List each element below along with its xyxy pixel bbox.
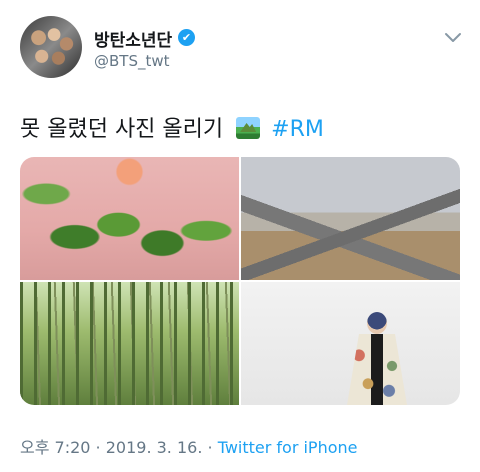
separator: ·: [202, 438, 218, 457]
photo-bamboo[interactable]: [20, 282, 239, 405]
tweet-date[interactable]: 2019. 3. 16.: [106, 438, 203, 457]
hashtag-link[interactable]: #RM: [271, 117, 324, 142]
national-park-emoji-icon: [236, 117, 261, 139]
photo-person[interactable]: [241, 282, 460, 405]
chevron-down-icon[interactable]: [444, 32, 462, 44]
media-grid: [20, 157, 460, 405]
handle[interactable]: @BTS_twt: [94, 52, 170, 70]
tweet-time[interactable]: 오후 7:20: [20, 438, 90, 457]
separator: ·: [90, 438, 106, 457]
person-body: [347, 334, 407, 405]
tweet-meta: 오후 7:20 · 2019. 3. 16. · Twitter for iPh…: [20, 434, 358, 458]
tweet-body: 못 올렸던 사진 올리기: [20, 117, 224, 142]
person-figure: [345, 312, 409, 405]
tweet-text: 못 올렸던 사진 올리기 #RM: [20, 111, 324, 143]
display-name[interactable]: 방탄소년단: [94, 26, 172, 51]
source-link[interactable]: Twitter for iPhone: [218, 438, 358, 457]
photo-road[interactable]: [241, 157, 460, 280]
person-head: [367, 312, 387, 334]
photo-flowers[interactable]: [20, 157, 239, 280]
avatar[interactable]: [20, 16, 82, 78]
verified-icon: ✔: [178, 29, 195, 46]
